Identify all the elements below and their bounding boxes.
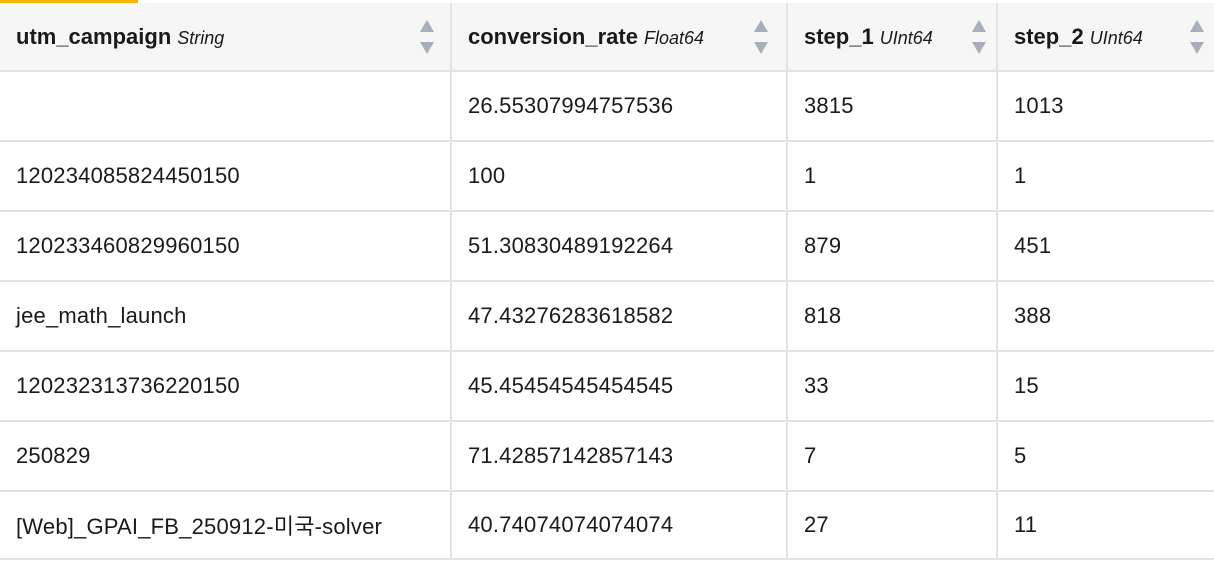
cell-utm-campaign: 120234085824450150 (0, 140, 452, 212)
cell-conversion-rate: 26.55307994757536 (450, 70, 788, 142)
column-name: step_1 (804, 23, 874, 49)
sort-ascending-icon[interactable] (420, 19, 434, 32)
sort-descending-icon[interactable] (420, 41, 434, 54)
cell-utm-campaign: 120232313736220150 (0, 350, 452, 422)
cell-step-1: 818 (786, 280, 998, 352)
table-row: 250829 71.42857142857143 7 5 (0, 420, 1214, 492)
column-name: utm_campaign (16, 23, 172, 49)
cell-conversion-rate: 45.45454545454545 (450, 350, 788, 422)
column-name: step_2 (1014, 23, 1084, 49)
cell-step-2: 15 (996, 350, 1214, 422)
cell-step-2: 1013 (996, 70, 1214, 142)
column-header-step-2[interactable]: step_2 UInt64 (996, 3, 1214, 72)
sort-descending-icon[interactable] (1190, 41, 1204, 54)
cell-conversion-rate: 51.30830489192264 (450, 210, 788, 282)
cell-step-1: 1 (786, 140, 998, 212)
cell-conversion-rate: 40.74074074074074 (450, 490, 788, 560)
header-row: utm_campaign String conversion_rate Float6… (0, 3, 1214, 72)
column-type: UInt64 (879, 27, 933, 48)
cell-step-2: 451 (996, 210, 1214, 282)
sort-icon[interactable] (754, 19, 768, 54)
cell-conversion-rate: 71.42857142857143 (450, 420, 788, 492)
cell-step-1: 33 (786, 350, 998, 422)
sort-descending-icon[interactable] (754, 41, 768, 54)
cell-step-2: 1 (996, 140, 1214, 212)
column-header-step-1[interactable]: step_1 UInt64 (786, 3, 998, 72)
cell-step-2: 11 (996, 490, 1214, 560)
cell-step-1: 3815 (786, 70, 998, 142)
sort-icon[interactable] (972, 19, 986, 54)
cell-step-2: 388 (996, 280, 1214, 352)
cell-utm-campaign: jee_math_launch (0, 280, 452, 352)
table-row: 26.55307994757536 3815 1013 (0, 70, 1214, 142)
table-body: 26.55307994757536 3815 1013 120234085824… (0, 70, 1214, 560)
column-type: UInt64 (1089, 27, 1143, 48)
table-row: jee_math_launch 47.43276283618582 818 38… (0, 280, 1214, 352)
table-row: 120233460829960150 51.30830489192264 879… (0, 210, 1214, 282)
column-type: Float64 (643, 27, 705, 48)
sort-icon[interactable] (420, 19, 434, 54)
cell-utm-campaign: 120233460829960150 (0, 210, 452, 282)
table-header: utm_campaign String conversion_rate Float6… (0, 3, 1214, 72)
sort-ascending-icon[interactable] (754, 19, 768, 32)
cell-step-2: 5 (996, 420, 1214, 492)
column-name: conversion_rate (468, 23, 638, 49)
table-row: [Web]_GPAI_FB_250912-미국-solver 40.740740… (0, 490, 1214, 560)
cell-conversion-rate: 47.43276283618582 (450, 280, 788, 352)
sort-descending-icon[interactable] (972, 41, 986, 54)
cell-step-1: 27 (786, 490, 998, 560)
column-header-conversion-rate[interactable]: conversion_rate Float64 (450, 3, 788, 72)
sort-icon[interactable] (1190, 19, 1204, 54)
column-header-utm-campaign[interactable]: utm_campaign String (0, 3, 452, 72)
results-table: utm_campaign String conversion_rate Float6… (0, 3, 1214, 560)
cell-step-1: 879 (786, 210, 998, 282)
table-row: 120232313736220150 45.45454545454545 33 … (0, 350, 1214, 422)
cell-conversion-rate: 100 (450, 140, 788, 212)
cell-utm-campaign: 250829 (0, 420, 452, 492)
cell-step-1: 7 (786, 420, 998, 492)
column-type: String (177, 27, 225, 48)
cell-utm-campaign (0, 70, 452, 142)
sort-ascending-icon[interactable] (1190, 19, 1204, 32)
cell-utm-campaign: [Web]_GPAI_FB_250912-미국-solver (0, 490, 452, 560)
table-row: 120234085824450150 100 1 1 (0, 140, 1214, 212)
sort-ascending-icon[interactable] (972, 19, 986, 32)
